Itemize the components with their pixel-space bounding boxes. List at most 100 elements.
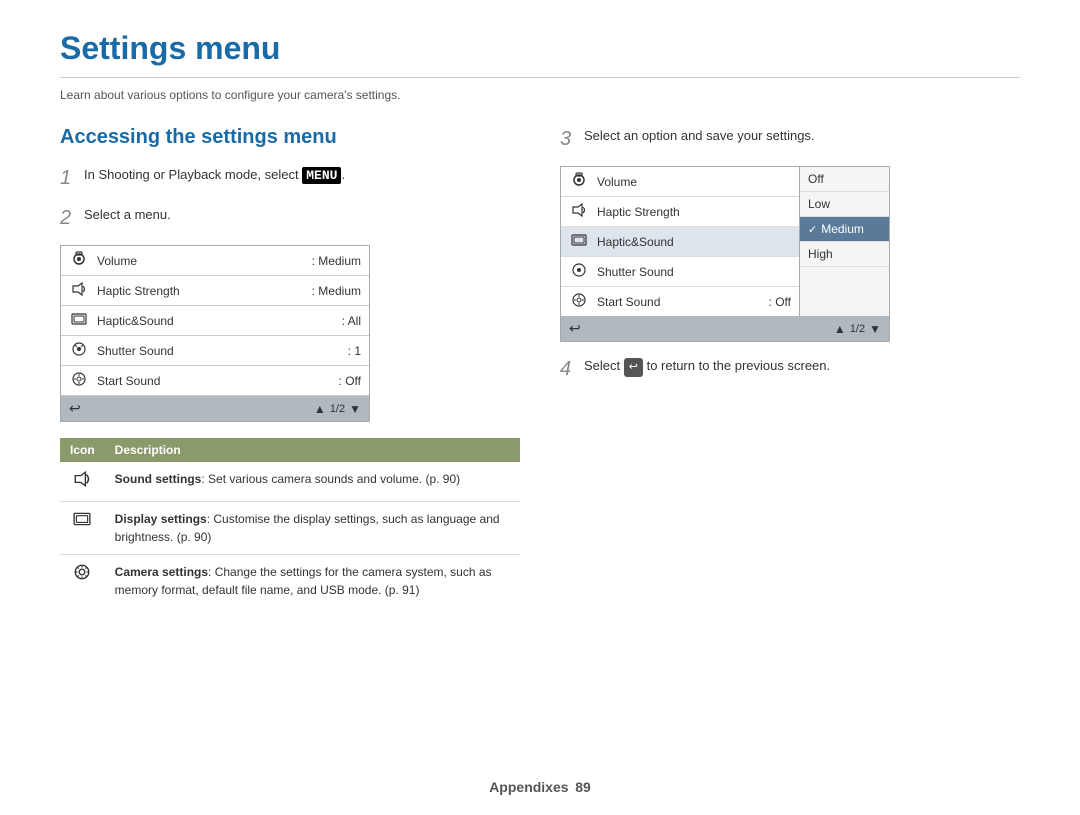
cam-icon-0 [69,251,89,270]
cam-label-2: Haptic&Sound [97,314,334,328]
cam-value-3: : 1 [348,344,361,358]
left-column: Accessing the settings menu 1 In Shootin… [60,126,520,607]
step-4: 4 Select ↩ to return to the previous scr… [560,356,1020,382]
step-4-text: Select ↩ to return to the previous scree… [584,356,830,377]
two-columns: Accessing the settings menu 1 In Shootin… [60,126,1020,607]
up-arrow-left[interactable]: ▲ [314,402,326,416]
cam3-options: Off Low Medium High [799,167,889,316]
table-icon-0 [60,462,105,502]
page-number-right: 1/2 [850,323,865,335]
camera-ui-left: Volume : Medium Haptic Strength : Medium… [60,245,370,422]
cam3-row-4: Start Sound : Off [561,287,799,316]
step-1: 1 In Shooting or Playback mode, select M… [60,165,520,191]
step-1-text-after: . [341,167,345,182]
cam3-label-2: Haptic&Sound [597,235,791,249]
page-indicator-left: ▲ 1/2 ▼ [314,402,361,416]
cam3-row-0: Volume [561,167,799,197]
option-high[interactable]: High [800,242,889,267]
cam-label-3: Shutter Sound [97,344,340,358]
cam-label-4: Start Sound [97,374,331,388]
cam-value-4: : Off [339,374,361,388]
cam-row-3: Shutter Sound : 1 [61,336,369,366]
cam3-row-2: Haptic&Sound [561,227,799,257]
camera-ui-footer-right: ↩ ▲ 1/2 ▼ [561,316,889,341]
cam3-icon-2 [569,232,589,251]
cam-value-0: : Medium [312,254,361,268]
step-3-number: 3 [560,126,578,152]
table-row: Display settings: Customise the display … [60,502,520,555]
table-header-row: Icon Description [60,438,520,462]
cam-row-1: Haptic Strength : Medium [61,276,369,306]
cam-row-2: Haptic&Sound : All [61,306,369,336]
desc-bold-1: Display settings [115,512,207,526]
cam3-row-1: Haptic Strength [561,197,799,227]
camera-ui-right: Volume Haptic Strength [560,166,890,342]
step-2-number: 2 [60,205,78,231]
cam3-value-4: : Off [769,295,791,309]
cam-label-0: Volume [97,254,304,268]
step-1-number: 1 [60,165,78,191]
option-off[interactable]: Off [800,167,889,192]
option-low[interactable]: Low [800,192,889,217]
page-footer: Appendixes 89 [0,779,1080,795]
cam3-icon-4 [569,292,589,311]
icon-description-table: Icon Description Sound settings: Set var… [60,438,520,607]
cam3-label-4: Start Sound [597,295,761,309]
cam3-icon-0 [569,172,589,191]
footer-page: 89 [575,779,591,795]
step-2-text: Select a menu. [84,205,171,225]
camera-ui-footer-left: ↩ ▲ 1/2 ▼ [61,396,369,421]
col-icon-header: Icon [60,438,105,462]
cam-value-1: : Medium [312,284,361,298]
footer-label: Appendixes [489,779,568,795]
down-arrow-left[interactable]: ▼ [349,402,361,416]
menu-keyword: MENU [302,167,341,184]
cam-icon-1 [69,281,89,300]
cam-icon-4 [69,371,89,390]
section-heading: Accessing the settings menu [60,126,520,149]
up-arrow-right[interactable]: ▲ [834,322,846,336]
step-4-text-before: Select [584,358,624,373]
desc-bold-2: Camera settings [115,565,208,579]
step-2: 2 Select a menu. [60,205,520,231]
cam-row-4: Start Sound : Off [61,366,369,396]
cam-icon-3 [69,341,89,360]
back-button-left[interactable]: ↩ [69,400,81,417]
page-title: Settings menu [60,30,1020,78]
table-icon-2 [60,555,105,608]
step-4-number: 4 [560,356,578,382]
table-desc-2: Camera settings: Change the settings for… [105,555,520,608]
step-1-text-before: In Shooting or Playback mode, select [84,167,302,182]
table-row: Sound settings: Set various camera sound… [60,462,520,502]
cam-label-1: Haptic Strength [97,284,304,298]
cam3-row-3: Shutter Sound [561,257,799,287]
cam3-label-3: Shutter Sound [597,265,791,279]
page-container: Settings menu Learn about various option… [0,0,1080,637]
cam3-label-0: Volume [597,175,791,189]
back-icon: ↩ [624,358,643,377]
page-number-left: 1/2 [330,403,345,415]
cam3-icon-1 [569,202,589,221]
step-3-text: Select an option and save your settings. [584,126,815,146]
cam3-icon-3 [569,262,589,281]
table-row: Camera settings: Change the settings for… [60,555,520,608]
back-button-right[interactable]: ↩ [569,320,581,337]
page-subtitle: Learn about various options to configure… [60,88,1020,102]
down-arrow-right[interactable]: ▼ [869,322,881,336]
table-desc-0: Sound settings: Set various camera sound… [105,462,520,502]
cam-icon-2 [69,311,89,330]
cam3-body: Volume Haptic Strength [561,167,889,316]
col-desc-header: Description [105,438,520,462]
cam-value-2: : All [342,314,361,328]
step-3: 3 Select an option and save your setting… [560,126,1020,152]
step-4-text-after: to return to the previous screen. [643,358,830,373]
option-medium[interactable]: Medium [800,217,889,242]
right-column: 3 Select an option and save your setting… [560,126,1020,607]
step-1-text: In Shooting or Playback mode, select MEN… [84,165,345,186]
page-indicator-right: ▲ 1/2 ▼ [834,322,881,336]
cam3-menu-list: Volume Haptic Strength [561,167,799,316]
table-desc-1: Display settings: Customise the display … [105,502,520,555]
desc-bold-0: Sound settings [115,472,202,486]
table-icon-1 [60,502,105,555]
cam-row-0: Volume : Medium [61,246,369,276]
